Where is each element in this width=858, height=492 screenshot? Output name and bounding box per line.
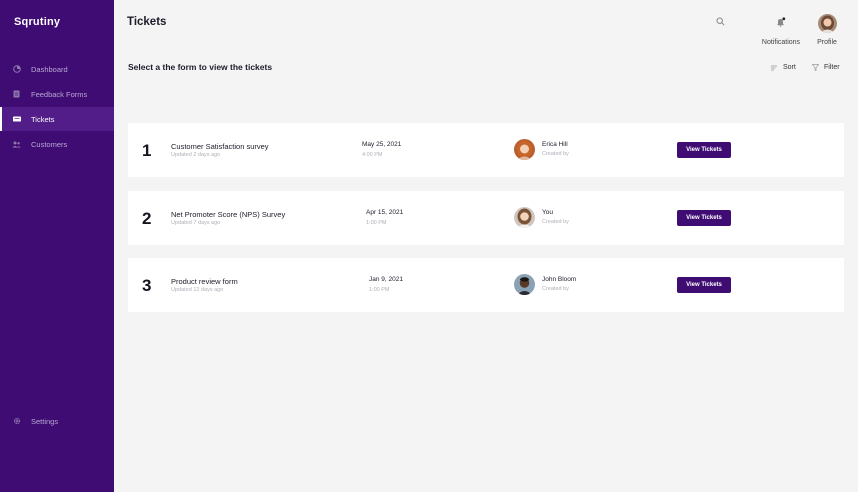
search-icon: [716, 17, 725, 28]
profile-avatar: [817, 14, 837, 33]
form-number: 2: [142, 209, 152, 228]
app-logo[interactable]: Sqrutiny: [14, 16, 60, 28]
forms-icon: [12, 90, 21, 99]
sidebar-item-label: Dashboard: [31, 64, 68, 74]
form-number: 1: [142, 141, 152, 160]
filter-icon: [812, 64, 819, 71]
created-by-label: Created by: [542, 219, 569, 225]
form-title[interactable]: Product review form: [171, 277, 238, 286]
view-tickets-button[interactable]: View Tickets: [677, 142, 731, 158]
form-updated: Updated 7 days ago: [171, 220, 221, 226]
owner-avatar: [514, 274, 535, 295]
sidebar-item-label: Feedback Forms: [31, 89, 88, 99]
form-date: Jan 9, 2021: [369, 276, 403, 283]
sidebar: Sqrutiny Dashboard Feedback Forms Ticket…: [0, 0, 114, 492]
form-updated: Updated 2 days ago: [171, 152, 221, 158]
sort-label: Sort: [783, 64, 796, 71]
form-card: 2 Net Promoter Score (NPS) Survey Update…: [128, 191, 844, 245]
gear-icon: [12, 417, 21, 426]
sidebar-item-label: Settings: [31, 416, 59, 426]
owner-name: You: [542, 209, 553, 216]
notifications-button[interactable]: Notifications: [756, 17, 806, 46]
customers-icon: [12, 140, 21, 149]
form-title[interactable]: Net Promoter Score (NPS) Survey: [171, 210, 285, 219]
sort-icon: [771, 65, 777, 70]
dashboard-icon: [12, 65, 21, 74]
created-by-label: Created by: [542, 286, 569, 292]
page-title: Tickets: [127, 16, 167, 28]
filter-button[interactable]: Filter: [812, 64, 840, 71]
sidebar-item-feedback-forms[interactable]: Feedback Forms: [0, 82, 114, 106]
sidebar-item-label: Customers: [31, 139, 68, 149]
form-card: 1 Customer Satisfaction survey Updated 2…: [128, 123, 844, 177]
ticket-icon: [12, 115, 21, 124]
created-by-label: Created by: [542, 151, 569, 157]
form-date: Apr 15, 2021: [366, 209, 404, 216]
form-time: 1:00 PM: [369, 287, 390, 293]
form-title[interactable]: Customer Satisfaction survey: [171, 142, 269, 151]
form-date: May 25, 2021: [362, 141, 402, 148]
form-card: 3 Product review form Updated 12 days ag…: [128, 258, 844, 312]
form-number: 3: [142, 276, 152, 295]
view-tickets-button[interactable]: View Tickets: [677, 210, 731, 226]
form-time: 1:00 PM: [366, 220, 387, 226]
bell-icon: [776, 17, 786, 36]
sidebar-item-customers[interactable]: Customers: [0, 132, 114, 156]
owner-name: Erica Hill: [542, 141, 568, 148]
filter-label: Filter: [824, 64, 840, 71]
sidebar-item-settings[interactable]: Settings: [0, 409, 114, 433]
sidebar-item-label: Tickets: [31, 114, 55, 124]
view-tickets-button[interactable]: View Tickets: [677, 277, 731, 293]
form-time: 4:00 PM: [362, 152, 383, 158]
owner-avatar: [514, 139, 535, 160]
owner-avatar: [514, 207, 535, 228]
profile-label: Profile: [817, 39, 837, 46]
notifications-label: Notifications: [761, 39, 801, 46]
page-subtitle: Select a the form to view the tickets: [128, 62, 273, 72]
sidebar-item-tickets[interactable]: Tickets: [0, 107, 114, 131]
search-button[interactable]: [716, 17, 725, 28]
owner-name: John Bloom: [542, 276, 577, 283]
sidebar-item-dashboard[interactable]: Dashboard: [0, 57, 114, 81]
sort-button[interactable]: Sort: [771, 64, 796, 71]
profile-button[interactable]: Profile: [812, 14, 842, 46]
form-updated: Updated 12 days ago: [171, 287, 224, 293]
